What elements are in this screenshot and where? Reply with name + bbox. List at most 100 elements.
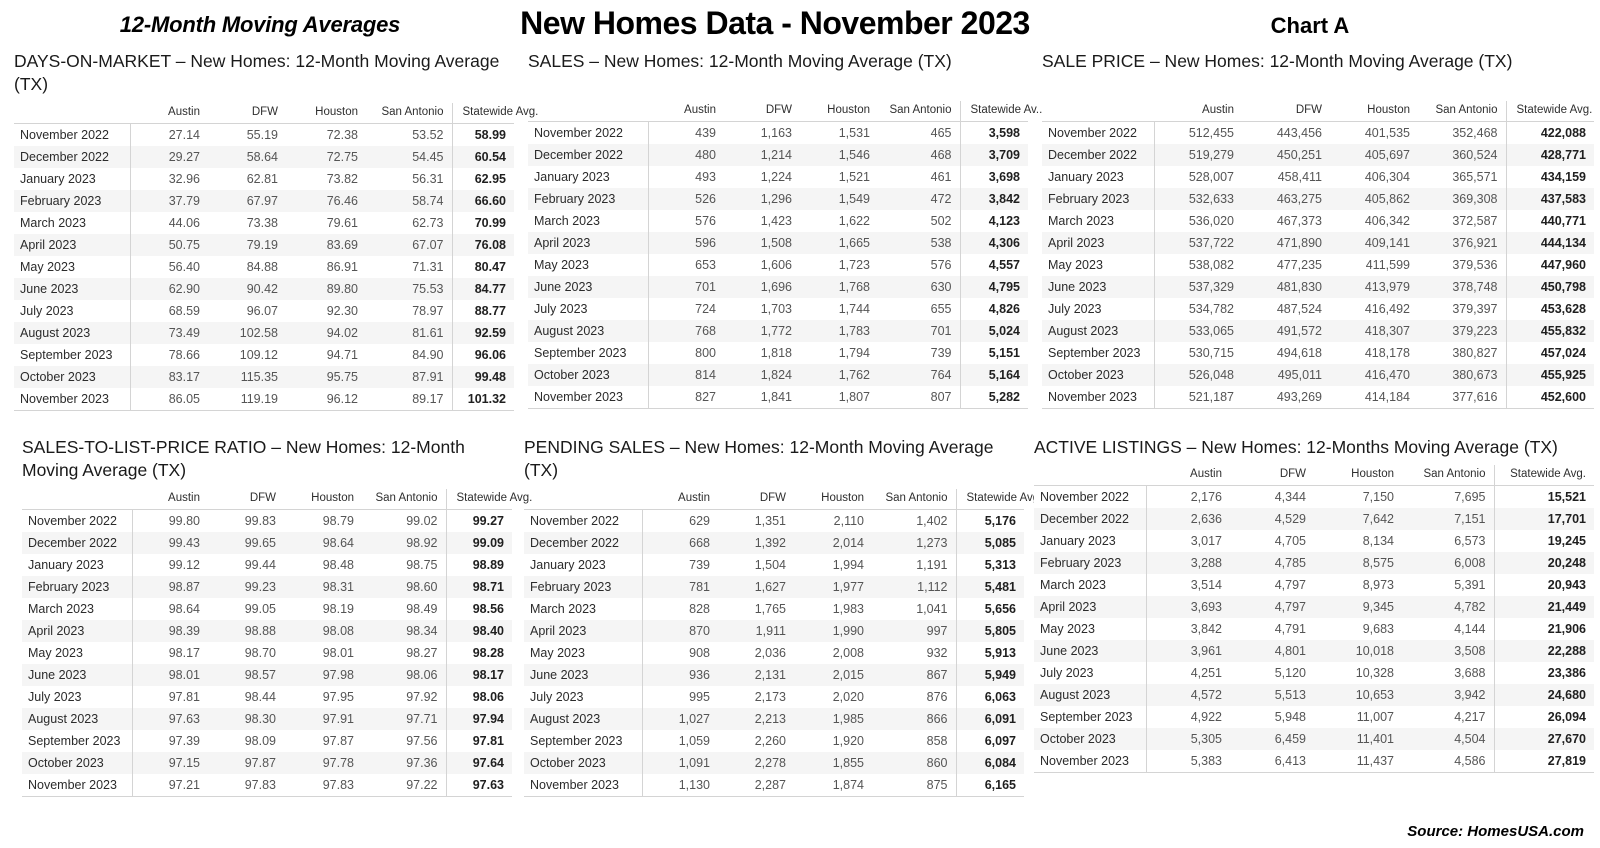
table-row: August 2023 97.63 98.30 97.91 97.71 97.94 <box>22 707 512 730</box>
table-row: November 2023 827 1,841 1,807 807 5,282 <box>528 386 1028 410</box>
cell-value: 1,163 <box>724 121 800 145</box>
cell-value: 1,703 <box>724 298 800 321</box>
cell-value: 86.91 <box>286 255 366 278</box>
cell-value: 1,807 <box>800 386 878 410</box>
cell-value: 55.19 <box>208 122 286 146</box>
cell-value: 84.90 <box>366 343 452 366</box>
cell-statewide-avg: 422,088 <box>1505 121 1594 145</box>
cell-value: 8,973 <box>1314 574 1402 597</box>
cell-value: 471,890 <box>1242 232 1330 255</box>
cell-value: 3,017 <box>1146 530 1230 553</box>
cell-value: 528,007 <box>1154 166 1242 189</box>
cell-value: 1,521 <box>800 166 878 189</box>
cell-value: 44.06 <box>130 211 208 234</box>
cell-value: 1,606 <box>724 254 800 277</box>
chart-page: 12-Month Moving Averages New Homes Data … <box>0 0 1600 848</box>
column-header-month <box>1042 101 1154 122</box>
panel-title-days-on-market: DAYS-ON-MARKET – New Homes: 12-Month Mov… <box>14 51 500 95</box>
cell-value: 1,224 <box>724 166 800 189</box>
cell-statewide-avg: 80.47 <box>451 255 514 278</box>
cell-value: 98.64 <box>132 597 208 620</box>
cell-value: 98.39 <box>132 619 208 642</box>
cell-statewide-avg: 99.09 <box>445 531 512 554</box>
cell-value: 3,961 <box>1146 640 1230 663</box>
cell-value: 4,586 <box>1402 750 1494 774</box>
cell-value: 97.63 <box>132 707 208 730</box>
cell-value: 521,187 <box>1154 386 1242 410</box>
cell-value: 97.92 <box>362 685 446 708</box>
table-header-row: Austin DFW Houston San Antonio Statewide Avg… <box>22 488 532 510</box>
row-label: July 2023 <box>1042 298 1155 321</box>
row-label: January 2023 <box>14 167 131 190</box>
table-row: November 2023 86.05 119.19 96.12 89.17 101.32 <box>14 387 514 411</box>
cell-value: 536,020 <box>1154 210 1242 233</box>
cell-statewide-avg: 447,960 <box>1505 254 1594 277</box>
row-label: April 2023 <box>524 619 643 642</box>
cell-value: 3,942 <box>1402 684 1494 707</box>
cell-value: 1,041 <box>872 597 956 620</box>
cell-value: 98.08 <box>284 619 362 642</box>
column-header-dfw: DFW <box>1295 104 1322 117</box>
cell-value: 98.44 <box>208 685 284 708</box>
table-sale-price: Austin DFW Houston San Antonio Statewide Avg… <box>1042 101 1594 410</box>
row-label: November 2022 <box>1042 121 1155 145</box>
table-row: February 2023 37.79 67.97 76.46 58.74 66.60 <box>14 189 514 212</box>
cell-statewide-avg: 455,925 <box>1505 364 1594 387</box>
cell-value: 7,150 <box>1314 485 1402 509</box>
cell-value: 369,308 <box>1418 188 1506 211</box>
row-label: December 2022 <box>524 531 643 554</box>
row-label: February 2023 <box>14 189 131 212</box>
cell-value: 1,723 <box>800 254 878 277</box>
cell-value: 1,744 <box>800 298 878 321</box>
table-header-row: Austin DFW Houston San Antonio Statewide Av.… <box>528 101 1042 122</box>
cell-value: 4,782 <box>1402 596 1494 619</box>
row-label: July 2023 <box>1034 662 1147 685</box>
cell-value: 11,007 <box>1314 706 1402 729</box>
cell-value: 800 <box>648 342 724 365</box>
cell-value: 68.59 <box>130 299 208 322</box>
cell-value: 98.31 <box>284 575 362 598</box>
column-header-houston: Houston <box>315 105 358 118</box>
cell-value: 418,307 <box>1330 320 1418 343</box>
cell-value: 73.38 <box>208 211 286 234</box>
cell-value: 4,344 <box>1230 485 1314 509</box>
cell-value: 97.36 <box>362 751 446 774</box>
cell-value: 99.65 <box>208 531 284 554</box>
cell-statewide-avg: 20,248 <box>1493 552 1594 575</box>
cell-statewide-avg: 98.71 <box>445 575 512 598</box>
table-row: July 2023 68.59 96.07 92.30 78.97 88.77 <box>14 299 514 322</box>
cell-value: 4,705 <box>1230 530 1314 553</box>
cell-statewide-avg: 27,819 <box>1493 750 1594 774</box>
cell-value: 1,027 <box>642 707 718 730</box>
row-label: August 2023 <box>22 707 133 730</box>
cell-value: 458,411 <box>1242 166 1330 189</box>
cell-statewide-avg: 428,771 <box>1505 144 1594 167</box>
table-row: October 2023 83.17 115.35 95.75 87.91 99.48 <box>14 365 514 388</box>
cell-value: 1,423 <box>724 210 800 233</box>
cell-statewide-avg: 20,943 <box>1493 574 1594 597</box>
cell-value: 360,524 <box>1418 144 1506 167</box>
row-label: June 2023 <box>1034 640 1147 663</box>
cell-statewide-avg: 6,097 <box>955 729 1024 752</box>
cell-value: 97.39 <box>132 729 208 752</box>
cell-value: 411,599 <box>1330 254 1418 277</box>
column-header-statewide-avg: Statewide Avg. <box>1493 465 1594 486</box>
cell-value: 8,575 <box>1314 552 1402 575</box>
cell-value: 406,304 <box>1330 166 1418 189</box>
cell-value: 29.27 <box>130 145 208 168</box>
row-label: April 2023 <box>22 619 133 642</box>
cell-value: 96.07 <box>208 299 286 322</box>
table-row: January 2023 739 1,504 1,994 1,191 5,313 <box>524 553 1024 576</box>
row-label: June 2023 <box>22 663 133 686</box>
row-label: October 2023 <box>524 751 643 774</box>
cell-value: 481,830 <box>1242 276 1330 299</box>
cell-value: 630 <box>878 276 960 299</box>
chart-label: Chart A <box>1270 13 1350 38</box>
cell-value: 2,278 <box>718 751 794 774</box>
column-header-san-antonio: San Antonio <box>375 491 438 504</box>
column-header-month <box>524 489 642 510</box>
cell-value: 98.19 <box>284 597 362 620</box>
row-label: January 2023 <box>524 553 643 576</box>
cell-value: 6,459 <box>1230 728 1314 751</box>
cell-value: 99.02 <box>362 508 446 532</box>
